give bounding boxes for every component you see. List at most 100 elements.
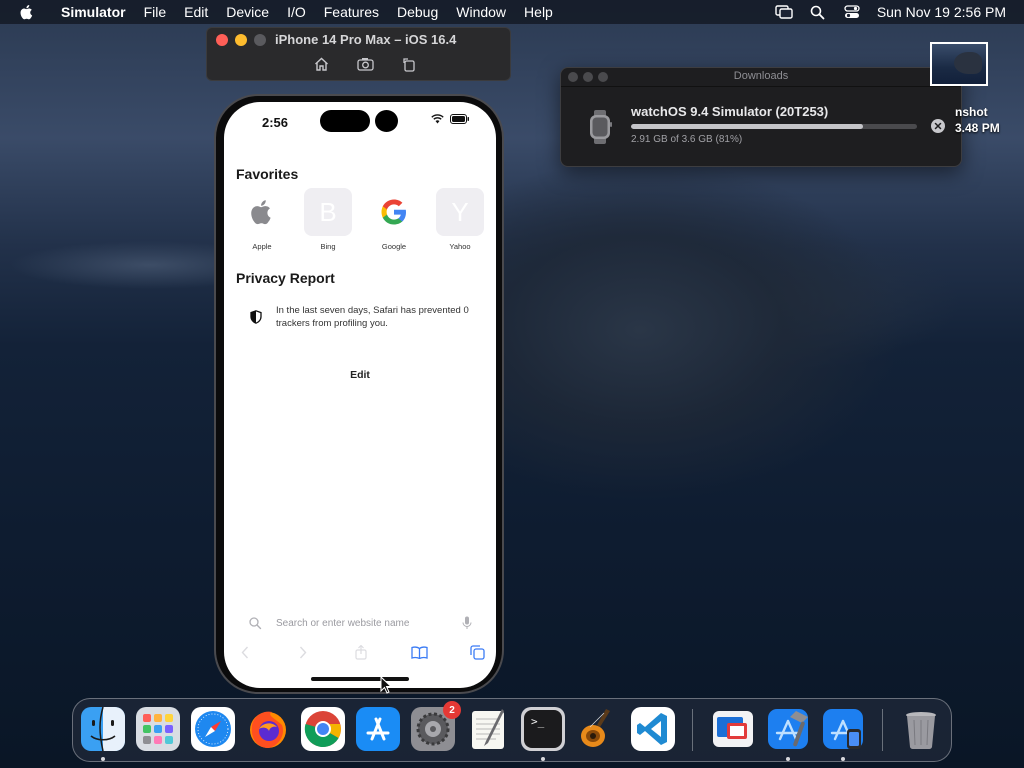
window-controls — [216, 34, 266, 46]
status-bar-time: 2:56 — [262, 115, 289, 130]
menu-window[interactable]: Window — [447, 0, 515, 24]
apple-menu-icon[interactable] — [18, 3, 36, 21]
microphone-icon[interactable] — [462, 616, 472, 630]
vscode-icon[interactable] — [631, 707, 675, 751]
downloads-window-title: Downloads — [733, 70, 789, 82]
menu-edit[interactable]: Edit — [175, 0, 217, 24]
apple-watch-icon — [590, 110, 612, 144]
finder-icon[interactable] — [81, 707, 125, 751]
terminal-icon[interactable]: >_ — [521, 707, 565, 751]
favorite-label: Bing — [320, 242, 336, 251]
minimize-window-button[interactable] — [235, 34, 247, 46]
favorite-label: Apple — [252, 242, 272, 251]
privacy-shield-icon — [250, 310, 262, 324]
simulator-tools — [312, 55, 418, 73]
share-icon[interactable] — [352, 643, 370, 661]
mouse-pointer-icon — [380, 676, 392, 694]
dynamic-island — [320, 110, 370, 132]
menu-debug[interactable]: Debug — [388, 0, 447, 24]
title-divider — [561, 86, 961, 87]
google-logo-icon — [370, 188, 418, 236]
back-chevron-icon[interactable] — [236, 643, 254, 661]
firefox-icon[interactable] — [246, 707, 290, 751]
screen-mirroring-icon[interactable] — [775, 3, 793, 21]
spotlight-search-icon[interactable] — [809, 3, 827, 21]
favorite-label: Google — [381, 242, 407, 251]
chrome-icon[interactable] — [301, 707, 345, 751]
bing-letter-tile: B — [304, 188, 352, 236]
favorite-bing[interactable]: B Bing — [302, 188, 354, 251]
close-window-button[interactable] — [216, 34, 228, 46]
menu-features[interactable]: Features — [315, 0, 388, 24]
screenshot-camera-icon[interactable] — [356, 55, 374, 73]
favorite-google[interactable]: Google — [368, 188, 420, 251]
download-progress-fill — [631, 124, 863, 129]
running-indicator — [541, 757, 545, 761]
bookmarks-book-icon[interactable] — [410, 643, 428, 661]
garageband-icon[interactable] — [576, 707, 620, 751]
safari-toolbar — [236, 642, 486, 662]
menu-device[interactable]: Device — [217, 0, 278, 24]
menu-app-simulator[interactable]: Simulator — [52, 0, 135, 24]
zoom-window-button[interactable] — [254, 34, 266, 46]
forward-chevron-icon[interactable] — [294, 643, 312, 661]
dock: 2 >_ — [72, 698, 952, 762]
menu-file[interactable]: File — [135, 0, 176, 24]
screenshot-file-thumbnail[interactable] — [930, 42, 988, 86]
terminal-prompt-glyph: >_ — [531, 715, 545, 728]
edit-favorites-button[interactable]: Edit — [224, 369, 496, 381]
home-indicator[interactable] — [311, 677, 409, 681]
system-settings-icon[interactable]: 2 — [411, 701, 461, 751]
address-bar-placeholder: Search or enter website name — [276, 617, 410, 629]
menu-help[interactable]: Help — [515, 0, 562, 24]
status-bar-indicators — [431, 114, 470, 124]
file-label-line-2: 3.48 PM — [955, 121, 1000, 135]
dock-separator — [882, 709, 883, 751]
screenshot-file-label[interactable]: nshot 3.48 PM — [955, 104, 1000, 136]
home-button-icon[interactable] — [312, 55, 330, 73]
thumbnail-island-shape — [954, 52, 982, 74]
safari-icon[interactable] — [191, 707, 235, 751]
running-indicator — [841, 757, 845, 761]
favorites-grid: Apple B Bing Google Y Yahoo — [236, 188, 486, 251]
privacy-report-text[interactable]: In the last seven days, Safari has preve… — [276, 304, 476, 330]
wifi-icon — [431, 114, 444, 124]
simulator-icon[interactable] — [821, 707, 865, 751]
running-indicator — [786, 757, 790, 761]
iphone-screen[interactable]: 2:56 Favorites Apple B Bing Google Y Yah… — [224, 102, 496, 688]
rotate-device-icon[interactable] — [400, 55, 418, 73]
xcode-icon[interactable] — [766, 707, 810, 751]
screens-icon[interactable] — [711, 707, 755, 751]
menu-extras: Sun Nov 19 2:56 PM — [767, 0, 1024, 24]
favorites-heading: Favorites — [236, 166, 299, 182]
tabs-overview-icon[interactable] — [468, 643, 486, 661]
apple-logo-icon — [238, 188, 286, 236]
favorite-yahoo[interactable]: Y Yahoo — [434, 188, 486, 251]
menu-clock[interactable]: Sun Nov 19 2:56 PM — [877, 4, 1006, 20]
search-icon — [249, 617, 262, 630]
download-item-name: watchOS 9.4 Simulator (20T253) — [631, 104, 829, 119]
notification-badge: 2 — [443, 701, 461, 719]
privacy-report-heading: Privacy Report — [236, 270, 335, 286]
menu-bar: Simulator File Edit Device I/O Features … — [0, 0, 1024, 24]
app-store-icon[interactable] — [356, 707, 400, 751]
dock-separator — [692, 709, 693, 751]
launchpad-icon[interactable] — [136, 707, 180, 751]
textedit-icon[interactable] — [466, 707, 510, 751]
cancel-download-icon[interactable] — [931, 119, 945, 133]
front-camera — [375, 110, 398, 132]
battery-icon — [450, 114, 469, 124]
simulator-window-title: iPhone 14 Pro Max – iOS 16.4 — [275, 32, 457, 47]
favorite-label: Yahoo — [449, 242, 471, 251]
file-label-line-1: nshot — [955, 105, 988, 119]
trash-icon[interactable] — [899, 707, 943, 751]
download-progress-bar — [631, 124, 917, 129]
favorite-apple[interactable]: Apple — [236, 188, 288, 251]
yahoo-letter-tile: Y — [436, 188, 484, 236]
downloads-window: Downloads watchOS 9.4 Simulator (20T253)… — [560, 67, 962, 167]
simulator-window-toolbar: iPhone 14 Pro Max – iOS 16.4 — [206, 27, 511, 81]
control-center-icon[interactable] — [843, 3, 861, 21]
safari-address-bar[interactable]: Search or enter website name — [248, 612, 472, 634]
menu-io[interactable]: I/O — [278, 0, 315, 24]
running-indicator — [101, 757, 105, 761]
